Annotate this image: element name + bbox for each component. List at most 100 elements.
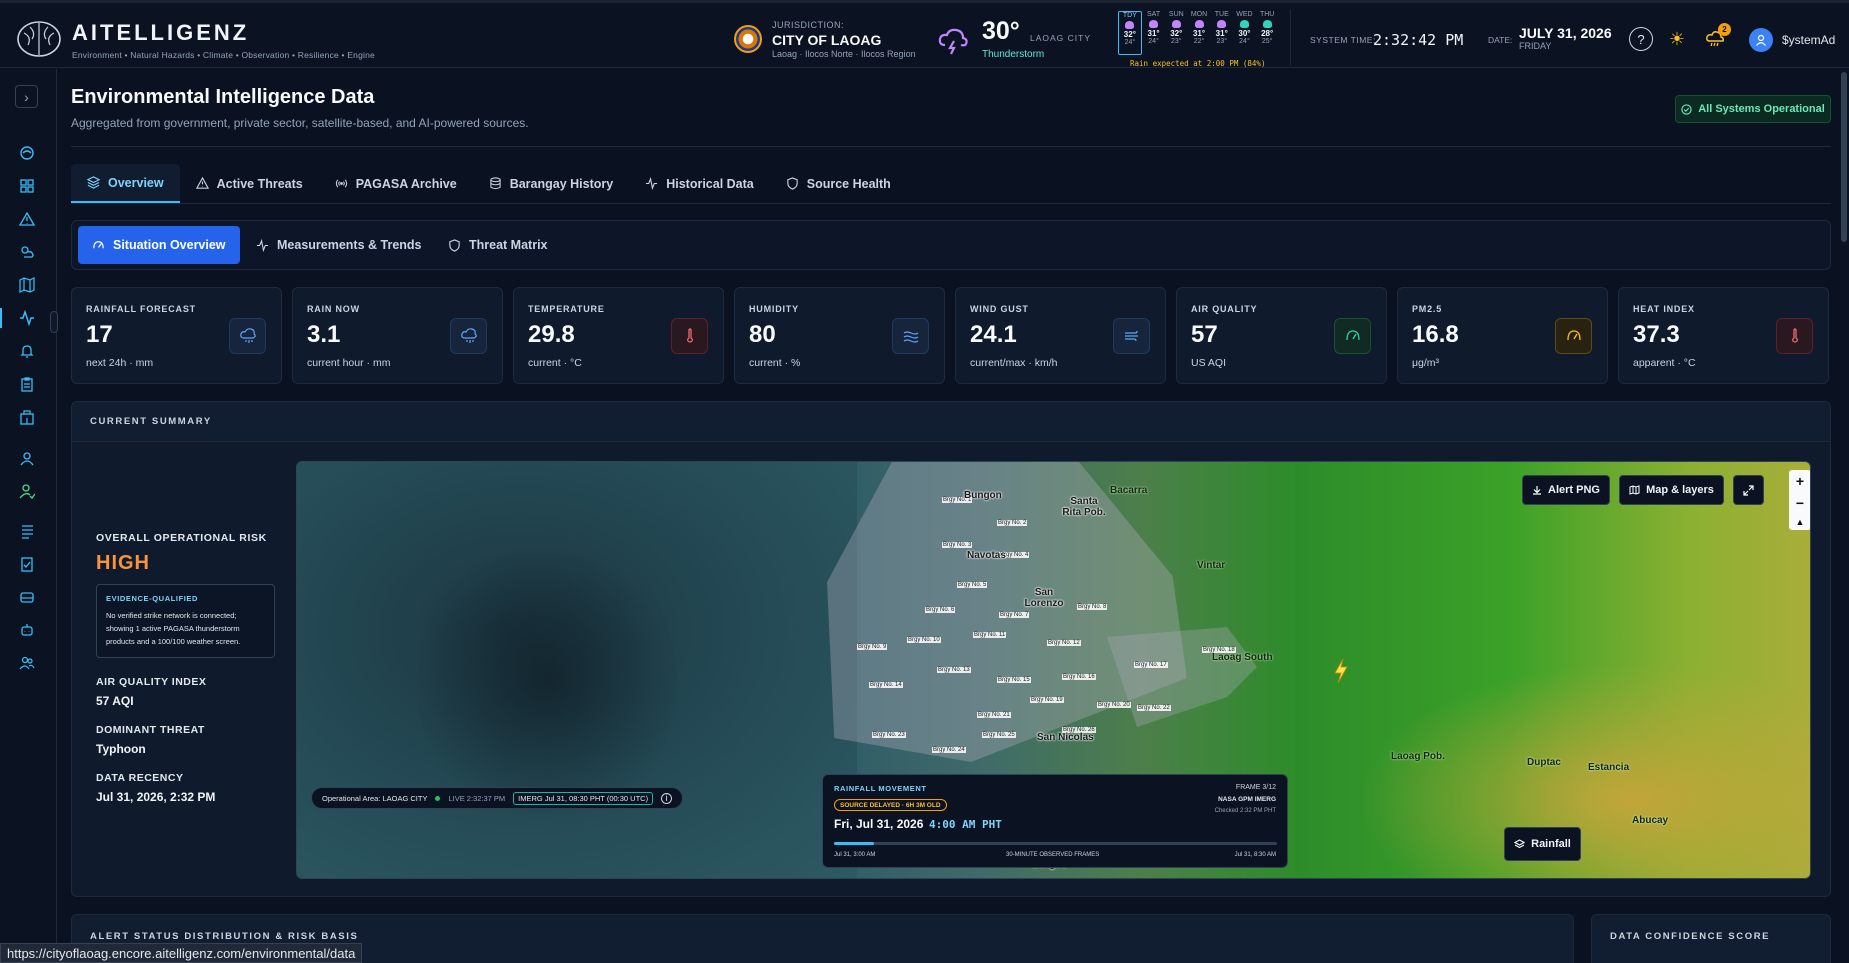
kpi-card-temperature[interactable]: TEMPERATURE 29.8 current · °C [513,287,724,384]
kpi-card-air-quality[interactable]: AIR QUALITY 57 US AQI [1176,287,1387,384]
barangay-label: Brgy No. 16 [1062,674,1096,680]
tab-historical-data[interactable]: Historical Data [629,164,770,203]
zoom-in-button[interactable]: + [1796,473,1804,489]
tab-pagasa-archive[interactable]: PAGASA Archive [319,164,473,203]
jurisdiction-name[interactable]: CITY OF LAOAG [772,32,881,48]
sidebar-item-storage[interactable] [12,583,42,611]
sidebar-item-ai[interactable] [12,616,42,644]
alert-png-button[interactable]: Alert PNG [1522,475,1610,505]
forecast-strip[interactable]: TDY 32° 24° SAT 31° 24° SUN 32° 23° MON 31° 22° … [1118,11,1278,55]
avatar[interactable] [1749,28,1773,52]
sidebar-item-threats[interactable] [12,205,42,233]
thermometer-icon [1776,318,1813,354]
tab-measurements-trends[interactable]: Measurements & Trends [242,226,436,264]
status-badge-label: All Systems Operational [1698,103,1825,115]
sun-icon[interactable]: ☀ [1665,27,1689,51]
compass-icon[interactable]: ▲ [1796,517,1805,527]
kpi-unit: apparent · °C [1633,357,1696,369]
kpi-value: 29.8 [528,321,575,348]
robot-icon [21,624,33,636]
kpi-label: AIR QUALITY [1191,304,1258,314]
barangay-label: Brgy No. 23 [872,732,906,738]
sidebar-item-environmental-data[interactable] [0,304,42,332]
map-place-label: Estancia [1588,762,1630,773]
sidebar-item-dashboard[interactable] [12,172,42,200]
sidebar-item-facilities[interactable] [12,403,42,431]
page-subtitle: Aggregated from government, private sect… [71,116,529,130]
data-recency-label: DATA RECENCY [96,772,184,784]
alert-png-label: Alert PNG [1548,484,1600,496]
tab-active-threats[interactable]: Active Threats [180,164,319,203]
tab-threat-matrix[interactable]: Threat Matrix [434,226,562,264]
sidebar-item-map[interactable] [12,271,42,299]
tab-overview[interactable]: Overview [71,164,180,203]
zoom-controls: + − ▲ [1789,470,1810,530]
map-place-label: San Lorenzo [1024,587,1064,609]
kpi-card-wind-gust[interactable]: WIND GUST 24.1 current/max · km/h [955,287,1166,384]
shield-icon [787,177,798,190]
activity-icon [256,238,269,252]
barangay-label: Brgy No. 14 [869,682,903,688]
rainfall-layer-button[interactable]: Rainfall [1504,827,1581,861]
jurisdiction-label: JURISDICTION: [772,20,845,30]
kpi-card-humidity[interactable]: HUMIDITY 80 current · % [734,287,945,384]
frame-time: 4:00 AM PHT [929,818,1002,831]
sidebar-item-reports[interactable] [12,370,42,398]
notification-count-badge: 2 [1718,23,1731,36]
user-name[interactable]: $ystemAd [1782,33,1835,47]
help-icon[interactable]: ? [1629,27,1653,51]
checked-time: Checked 2:32 PM PHT [1214,808,1276,814]
evidence-text: No verified strike network is connected;… [106,611,241,646]
tab-situation-overview[interactable]: Situation Overview [78,226,240,264]
kpi-card-rain-now[interactable]: RAIN NOW 3.1 current hour · mm [292,287,503,384]
info-icon[interactable]: i [661,792,673,804]
map-place-label: Bacarra [1110,485,1148,496]
map-place-label: Vintar [1197,560,1226,571]
kpi-card-pm25[interactable]: PM2.5 16.8 μg/m³ [1397,287,1608,384]
frame-slider[interactable] [834,842,1277,845]
expand-icon[interactable] [1733,475,1764,505]
environment-icon [20,146,34,160]
list-icon [22,525,33,539]
sidebar: › [0,69,58,963]
sidebar-item-forms[interactable] [12,550,42,578]
barangay-label: Brgy No. 3 [942,542,973,548]
kpi-card-rainfall-forecast[interactable]: RAINFALL FORECAST 17 next 24h · mm [71,287,282,384]
wind-icon [1113,318,1150,354]
rain-icon [1125,21,1135,29]
sidebar-item-responders[interactable] [12,477,42,505]
brand-tagline: Environment • Natural Hazards • Climate … [72,50,375,60]
sidebar-item-weather[interactable] [12,238,42,266]
evidence-box: EVIDENCE-QUALIFIED No verified strike ne… [96,584,275,658]
divider [71,146,1831,147]
sidebar-item-contacts[interactable] [12,444,42,472]
map-layers-button[interactable]: Map & layers [1619,475,1724,505]
data-recency-value: Jul 31, 2026, 2:32 PM [96,790,216,804]
divider [71,203,1831,204]
barangay-label: Brgy No. 24 [932,747,966,753]
sidebar-toggle-button[interactable]: › [15,85,38,108]
kpi-card-heat-index[interactable]: HEAT INDEX 37.3 apparent · °C [1618,287,1829,384]
rainfall-map[interactable]: Brgy No. 1 Brgy No. 2 Brgy No. 3 Brgy No… [296,461,1811,879]
gauge-icon [1555,318,1592,354]
kpi-unit: μg/m³ [1412,357,1440,369]
tab-barangay-history[interactable]: Barangay History [473,164,630,203]
map-place-label: San Nicolas [1037,732,1094,743]
status-badge[interactable]: All Systems Operational [1675,95,1831,123]
kpi-label: HEAT INDEX [1633,304,1695,314]
scrollbar-thumb[interactable] [1841,72,1847,242]
zoom-out-button[interactable]: − [1796,495,1804,511]
operational-area-label: Operational Area: LAOAG CITY [322,793,428,803]
rain-icon [1239,20,1249,28]
sidebar-item-logs[interactable] [12,517,42,545]
sidebar-item-users[interactable] [12,649,42,677]
tab-source-health[interactable]: Source Health [770,164,907,203]
rain-cloud-icon [229,318,266,354]
panel-title: ALERT STATUS DISTRIBUTION & RISK BASIS [90,931,359,942]
sidebar-item-alerts[interactable] [12,337,42,365]
sidebar-resize-handle[interactable] [50,311,58,333]
rain-icon [1217,20,1227,28]
sidebar-item-environment[interactable] [12,139,42,167]
dominant-threat-label: DOMINANT THREAT [96,724,205,736]
sub-tabs: Situation Overview Measurements & Trends… [71,220,1831,270]
